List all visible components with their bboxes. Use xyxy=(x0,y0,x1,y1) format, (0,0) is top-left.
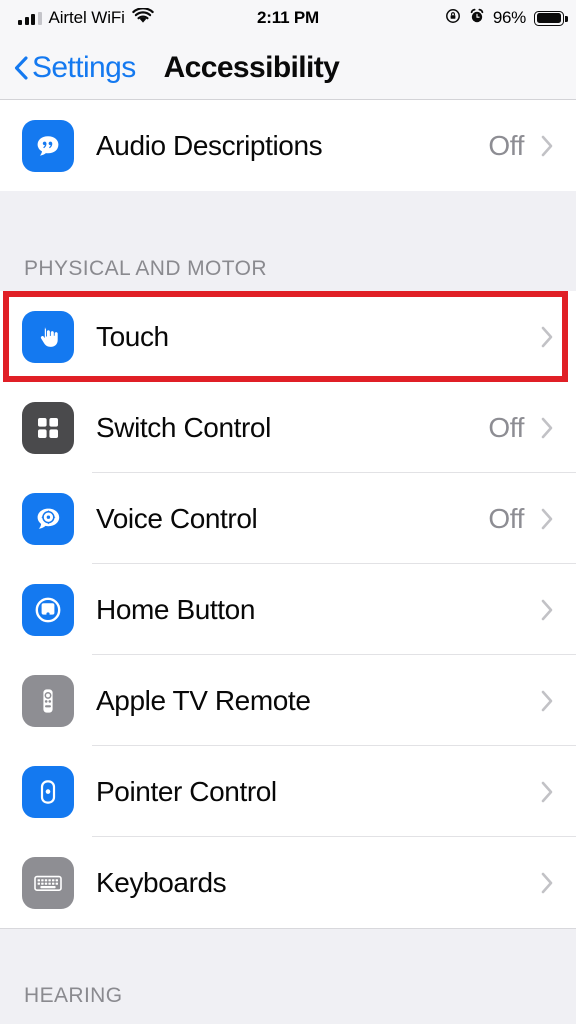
row-touch[interactable]: Touch xyxy=(0,291,576,382)
row-value: Off xyxy=(488,129,524,161)
row-pointer-control[interactable]: Pointer Control xyxy=(0,746,576,837)
row-label: Voice Control xyxy=(96,502,258,534)
chevron-right-icon xyxy=(540,598,554,622)
highlighted-row-wrapper: Touch xyxy=(0,291,576,382)
row-value: Off xyxy=(488,411,524,443)
row-label: Switch Control xyxy=(96,411,271,443)
audio-descriptions-icon xyxy=(22,119,74,172)
chevron-right-icon xyxy=(540,416,554,440)
chevron-right-icon xyxy=(540,780,554,804)
row-home-button[interactable]: Home Button xyxy=(0,564,576,655)
pointer-control-icon xyxy=(22,765,74,818)
page-title: Accessibility xyxy=(163,50,340,84)
navigation-bar: Settings Accessibility xyxy=(0,36,576,100)
row-voice-control[interactable]: Voice Control Off xyxy=(0,473,576,564)
chevron-left-icon xyxy=(14,55,28,80)
battery-percent-label: 96% xyxy=(492,8,526,27)
row-label: Audio Descriptions xyxy=(96,129,323,161)
chevron-right-icon xyxy=(540,507,554,531)
settings-group-top: Audio Descriptions Off xyxy=(0,100,576,191)
back-label: Settings xyxy=(32,50,136,84)
switch-control-grid-icon xyxy=(22,401,74,454)
group-spacer-bottom xyxy=(0,928,576,978)
settings-group-physical-and-motor: Switch Control Off Voice Control Off Hom… xyxy=(0,382,576,928)
status-bar-right: 96% xyxy=(445,0,568,36)
row-label: Keyboards xyxy=(96,866,227,898)
rotation-lock-icon xyxy=(445,8,461,29)
chevron-right-icon xyxy=(540,689,554,713)
row-value: Off xyxy=(488,502,524,534)
chevron-right-icon xyxy=(540,325,554,349)
row-label: Touch xyxy=(96,320,169,352)
keyboards-icon xyxy=(22,856,74,909)
group-spacer xyxy=(0,191,576,243)
section-header-physical-and-motor: PHYSICAL AND MOTOR xyxy=(0,243,576,291)
back-to-settings-button[interactable]: Settings xyxy=(14,51,136,85)
home-button-icon xyxy=(22,583,74,636)
row-keyboards[interactable]: Keyboards xyxy=(0,837,576,928)
clock-label: 2:11 PM xyxy=(257,8,319,27)
battery-icon xyxy=(534,10,568,26)
section-header-hearing: HEARING xyxy=(0,978,576,1018)
apple-tv-remote-icon xyxy=(22,674,74,727)
touch-hand-icon xyxy=(22,310,74,363)
chevron-right-icon xyxy=(540,134,554,158)
row-label: Apple TV Remote xyxy=(96,684,311,716)
row-audio-descriptions[interactable]: Audio Descriptions Off xyxy=(0,100,576,191)
voice-control-icon xyxy=(22,492,74,545)
row-label: Pointer Control xyxy=(96,775,277,807)
alarm-clock-icon xyxy=(469,8,485,29)
row-apple-tv-remote[interactable]: Apple TV Remote xyxy=(0,655,576,746)
accessibility-settings-screen: Airtel WiFi 2:11 PM 96% Settings Accessi… xyxy=(0,0,576,1024)
chevron-right-icon xyxy=(540,871,554,895)
row-label: Home Button xyxy=(96,593,256,625)
status-bar: Airtel WiFi 2:11 PM 96% xyxy=(0,0,576,36)
row-switch-control[interactable]: Switch Control Off xyxy=(0,382,576,473)
